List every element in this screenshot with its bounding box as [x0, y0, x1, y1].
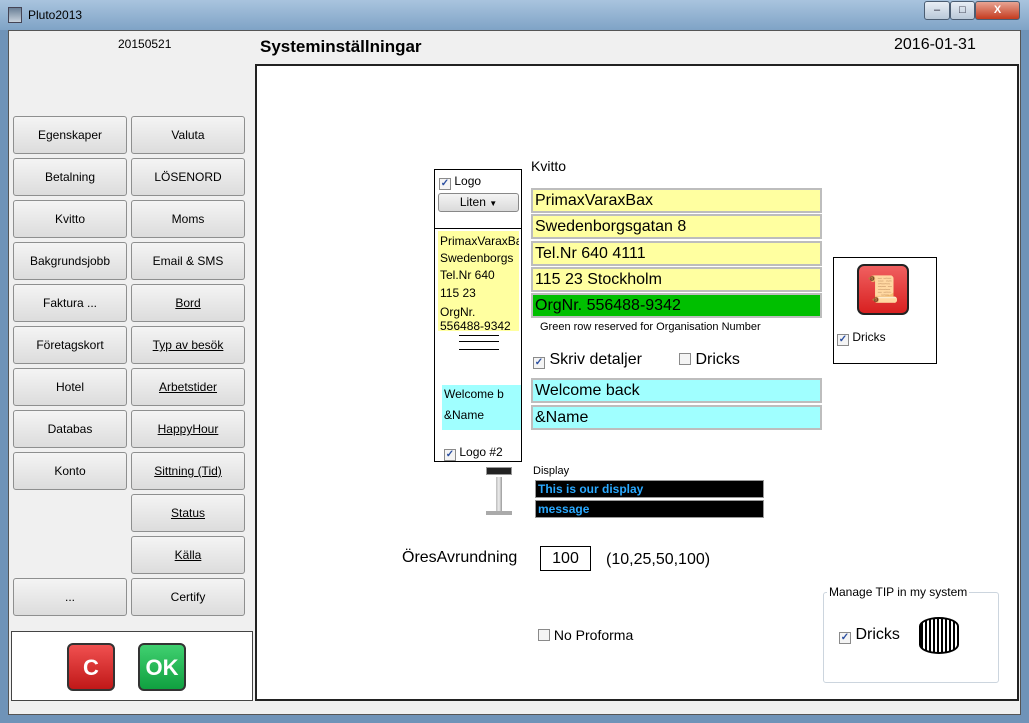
- display-line-1-input[interactable]: This is our display: [535, 480, 764, 498]
- receipt-heading: Kvitto: [531, 158, 567, 174]
- preview-line: Swedenborgs: [440, 251, 514, 265]
- detail-lines-icon: [459, 335, 499, 350]
- sidebar-button-right-9[interactable]: Status: [131, 494, 245, 532]
- coin-stack-icon: [919, 617, 959, 654]
- tip-dricks-label: Dricks: [852, 330, 886, 344]
- receipt-line-1-input[interactable]: PrimaxVaraxBax: [531, 188, 822, 213]
- manage-tip-legend: Manage TIP in my system: [827, 585, 970, 599]
- logo-size-select[interactable]: Liten ▼: [438, 193, 519, 212]
- footer-line-1-input[interactable]: Welcome back: [531, 378, 822, 403]
- checkbox-icon: [679, 353, 691, 365]
- preview-line: OrgNr. 556488-9342: [440, 305, 511, 331]
- checkbox-icon: ✓: [439, 178, 451, 190]
- preview-header-area: PrimaxVaraxBax Swedenborgs Tel.Nr 640 11…: [438, 231, 519, 331]
- divider: [434, 228, 522, 229]
- preview-line: 115 23 Stockholm: [440, 286, 476, 300]
- no-proforma-label: No Proforma: [553, 627, 634, 643]
- manage-tip-dricks-checkbox[interactable]: ✓ Dricks: [839, 626, 900, 644]
- dricks-label: Dricks: [695, 351, 740, 368]
- sidebar-button-right-3[interactable]: Email & SMS: [131, 242, 245, 280]
- receipt-line-4-input[interactable]: 115 23 Stockholm: [531, 267, 822, 292]
- checkbox-icon: ✓: [533, 357, 545, 369]
- sidebar-button-right-10[interactable]: Källa: [131, 536, 245, 574]
- maximize-button[interactable]: □: [950, 1, 975, 20]
- preview-line: PrimaxVaraxBax: [440, 234, 519, 248]
- sidebar-button-6[interactable]: Hotel: [13, 368, 127, 406]
- rounding-label: ÖresAvrundning: [402, 549, 518, 566]
- sidebar-button-right-8[interactable]: Sittning (Tid): [131, 452, 245, 490]
- skriv-detaljer-label: Skriv detaljer: [549, 351, 642, 368]
- rounding-input[interactable]: 100: [540, 546, 591, 571]
- logo-label: Logo: [454, 174, 482, 188]
- ok-button[interactable]: OK: [138, 643, 186, 691]
- close-button[interactable]: X: [975, 1, 1020, 20]
- display-label: Display: [533, 465, 570, 477]
- preview-line: Tel.Nr 640: [440, 268, 495, 282]
- receipt-line-3-input[interactable]: Tel.Nr 640 4111: [531, 241, 822, 266]
- sidebar-button-3[interactable]: Bakgrundsjobb: [13, 242, 127, 280]
- checkbox-icon: ✓: [839, 632, 851, 644]
- action-box: C OK: [11, 631, 253, 701]
- preview-line: Welcome back: [444, 387, 504, 401]
- version-label: 20150521: [118, 37, 172, 51]
- cancel-button[interactable]: C: [67, 643, 115, 691]
- title-bar: [0, 0, 1029, 30]
- sidebar-button-4[interactable]: Faktura ...: [13, 284, 127, 322]
- sidebar-button-1[interactable]: Betalning: [13, 158, 127, 196]
- sidebar-button-5[interactable]: Företagskort: [13, 326, 127, 364]
- tip-dricks-checkbox[interactable]: ✓ Dricks: [837, 330, 886, 346]
- checkbox-icon: ✓: [837, 334, 849, 346]
- sidebar-button-2[interactable]: Kvitto: [13, 200, 127, 238]
- sidebar-button-right-1[interactable]: LÖSENORD: [131, 158, 245, 196]
- sidebar-button-right-11[interactable]: Certify: [131, 578, 245, 616]
- sidebar-button-11[interactable]: ...: [13, 578, 127, 616]
- preview-line: &Name: [444, 408, 485, 422]
- receipt-line-2-input[interactable]: Swedenborgsgatan 8: [531, 214, 822, 239]
- checkbox-icon: ✓: [444, 449, 456, 461]
- sidebar-button-right-6[interactable]: Arbetstider: [131, 368, 245, 406]
- org-number-input[interactable]: OrgNr. 556488-9342: [531, 293, 822, 318]
- no-proforma-checkbox[interactable]: No Proforma: [538, 627, 633, 643]
- size-select-value: Liten: [459, 195, 486, 209]
- sidebar-button-8[interactable]: Konto: [13, 452, 127, 490]
- sidebar-button-right-4[interactable]: Bord: [131, 284, 245, 322]
- sidebar-button-right-5[interactable]: Typ av besök: [131, 326, 245, 364]
- customer-display-icon: [486, 467, 512, 517]
- checkbox-icon: [538, 629, 550, 641]
- logo2-checkbox[interactable]: ✓ Logo #2: [444, 445, 503, 461]
- dricks-checkbox[interactable]: Dricks: [679, 351, 740, 369]
- rounding-options-hint: (10,25,50,100): [606, 551, 711, 568]
- preview-footer-area: Welcome back &Name: [442, 385, 521, 430]
- receipt-scroll-icon[interactable]: 📜: [857, 264, 909, 315]
- page-title: Systeminställningar: [260, 37, 422, 56]
- manage-tip-dricks-label: Dricks: [855, 626, 900, 643]
- chevron-down-icon: ▼: [489, 199, 498, 208]
- logo2-label: Logo #2: [459, 445, 503, 459]
- footer-line-2-input[interactable]: &Name: [531, 405, 822, 430]
- sidebar-button-0[interactable]: Egenskaper: [13, 116, 127, 154]
- minimize-button[interactable]: –: [924, 1, 950, 20]
- sidebar-button-right-2[interactable]: Moms: [131, 200, 245, 238]
- display-line-2-input[interactable]: message: [535, 500, 764, 518]
- skriv-detaljer-checkbox[interactable]: ✓ Skriv detaljer: [533, 351, 642, 369]
- sidebar-button-right-7[interactable]: HappyHour: [131, 410, 245, 448]
- receipt-preview: ✓ Logo Liten ▼ PrimaxVaraxBax Swedenborg…: [434, 169, 522, 462]
- green-row-note: Green row reserved for Organisation Numb…: [540, 321, 761, 333]
- tip-box: 📜 ✓ Dricks: [833, 257, 937, 364]
- app-icon: [8, 7, 22, 23]
- date-label: 2016-01-31: [894, 36, 976, 53]
- sidebar-button-right-0[interactable]: Valuta: [131, 116, 245, 154]
- sidebar-button-7[interactable]: Databas: [13, 410, 127, 448]
- logo-checkbox[interactable]: ✓ Logo: [439, 174, 481, 190]
- window-title: Pluto2013: [28, 8, 83, 22]
